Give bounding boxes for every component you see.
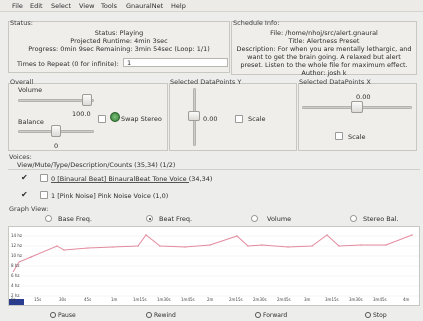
menu-help[interactable]: Help [171,2,186,10]
beat-frequency-graph[interactable]: 14 hz 12 hz 10 hz 8 hz 6 hz 4 hz 2 hz 0s… [8,226,420,306]
x-tick-2: 30s [59,297,67,302]
voice-1-mute-checkbox[interactable] [40,191,48,199]
x-tick-7: 1m45s [181,297,195,302]
voices-header: View/Mute/Type/Description/Counts (35,34… [17,161,176,169]
y-tick-12: 12 hz [11,243,22,248]
schedule-title: Schedule Info: [233,19,280,27]
x-tick-11: 2m45s [277,297,291,302]
x-tick-16: 4m [403,297,410,302]
menu-edit[interactable]: Edit [30,2,43,10]
x-tick-12: 3m [304,297,311,302]
x-tick-0: 0s [11,297,16,302]
forward-label: Forward [263,312,288,319]
swap-stereo-checkbox[interactable] [98,115,106,123]
datapoints-x-title: Selected DataPoints X [299,78,371,86]
status-line: Status: Playing [94,29,144,37]
graph-option-base-radio[interactable] [45,215,52,222]
graph-svg [9,234,419,305]
forward-icon [255,312,261,318]
graph-option-volume-label[interactable]: Volume [267,215,291,223]
volume-slider-thumb[interactable] [82,94,92,106]
rewind-icon [146,312,152,318]
voice-1-label[interactable]: 1 [Pink Noise] Pink Noise Voice (1,0) [51,192,168,200]
rewind-label: Rewind [154,312,176,319]
runtime-line: Projected Runtime: 4min 3sec [70,37,168,45]
schedule-desc-2: want to get the brain going. A relaxed b… [247,53,401,61]
graph-option-beat-label[interactable]: Beat Freq. [159,215,192,223]
datapoints-y-value: 0.00 [203,115,218,123]
voice-0-underline [51,182,189,183]
y-tick-6: 6 hz [11,273,20,278]
menu-file[interactable]: File [12,2,23,10]
y-tick-4: 4 hz [11,283,20,288]
voice-0-view-check[interactable]: ✔ [21,173,28,182]
x-tick-13: 3m15s [325,297,339,302]
voice-0-mute-checkbox[interactable] [40,174,48,182]
y-tick-8: 8 hz [11,263,20,268]
graph-option-beat-radio[interactable] [146,215,153,222]
repeat-input[interactable]: 1 [123,58,228,67]
menu-tools[interactable]: Tools [101,2,117,10]
schedule-title-line: Title: Alertness Preset [288,37,360,45]
y-tick-10: 10 hz [11,253,22,258]
x-tick-6: 1m30s [157,297,171,302]
datapoints-y-title: Selected DataPoints Y [170,78,242,86]
schedule-desc-1: Description: For when you are mentally l… [236,45,412,53]
y-tick-14: 14 hz [11,233,22,238]
datapoints-y-scale-checkbox[interactable] [235,115,243,123]
repeat-label: Times to Repeat (0 for infinite): [17,60,119,68]
overall-title: Overall [10,78,34,86]
swap-stereo-label: Swap Stereo [121,115,162,123]
schedule-author: Author: josh k [301,69,347,77]
stop-icon [365,312,371,318]
balance-value: 0 [54,142,59,150]
x-tick-8: 2m [207,297,214,302]
datapoints-y-scale-label: Scale [248,115,266,123]
pause-label: Pause [58,312,76,319]
x-tick-15: 3m45s [373,297,387,302]
schedule-file: File: /home/nhoj/src/alert.gnaural [270,29,378,37]
graph-option-base-label[interactable]: Base Freq. [58,215,92,223]
x-tick-10: 2m30s [253,297,267,302]
voices-divider [8,169,420,170]
x-tick-3: 45s [84,297,92,302]
x-tick-1: 15s [34,297,42,302]
datapoints-x-value: 0.00 [356,93,371,101]
x-tick-14: 3m30s [349,297,363,302]
graph-option-stereo-radio[interactable] [350,215,357,222]
balance-slider-thumb[interactable] [51,125,61,137]
menu-select[interactable]: Select [51,2,71,10]
datapoints-y-thumb[interactable] [188,111,200,121]
x-tick-5: 1m15s [133,297,147,302]
voice-1-view-check[interactable]: ✔ [21,190,28,199]
datapoints-x-thumb[interactable] [351,101,363,113]
volume-label: Volume [18,86,43,94]
datapoints-x-scale-label: Scale [348,133,366,141]
voices-title: Voices: [9,153,32,161]
volume-value: 100.0 [72,110,91,118]
stop-label: Stop [373,312,387,319]
beat-frequency-line [12,234,413,273]
menu-gnauralnet[interactable]: GnauralNet [126,2,163,10]
status-title: Status: [10,19,33,27]
repeat-value: 1 [127,59,132,67]
swap-stereo-icon [110,112,120,122]
menu-view[interactable]: View [79,2,94,10]
graph-option-stereo-label[interactable]: Stereo Bal. [363,215,399,223]
menu-bar: File Edit Select View Tools GnauralNet H… [0,0,423,12]
x-tick-9: 2m15s [229,297,243,302]
graph-view-title: Graph View: [9,205,49,213]
balance-label: Balance [18,118,44,126]
datapoints-x-scale-checkbox[interactable] [335,132,343,140]
x-tick-4: 1m [111,297,118,302]
schedule-desc-3: preset. Listen to the whole file for max… [240,61,408,69]
pause-icon [50,312,56,318]
graph-option-volume-radio[interactable] [251,215,258,222]
progress-line: Progress: 0min 9sec Remaining: 3min 54se… [28,45,210,53]
